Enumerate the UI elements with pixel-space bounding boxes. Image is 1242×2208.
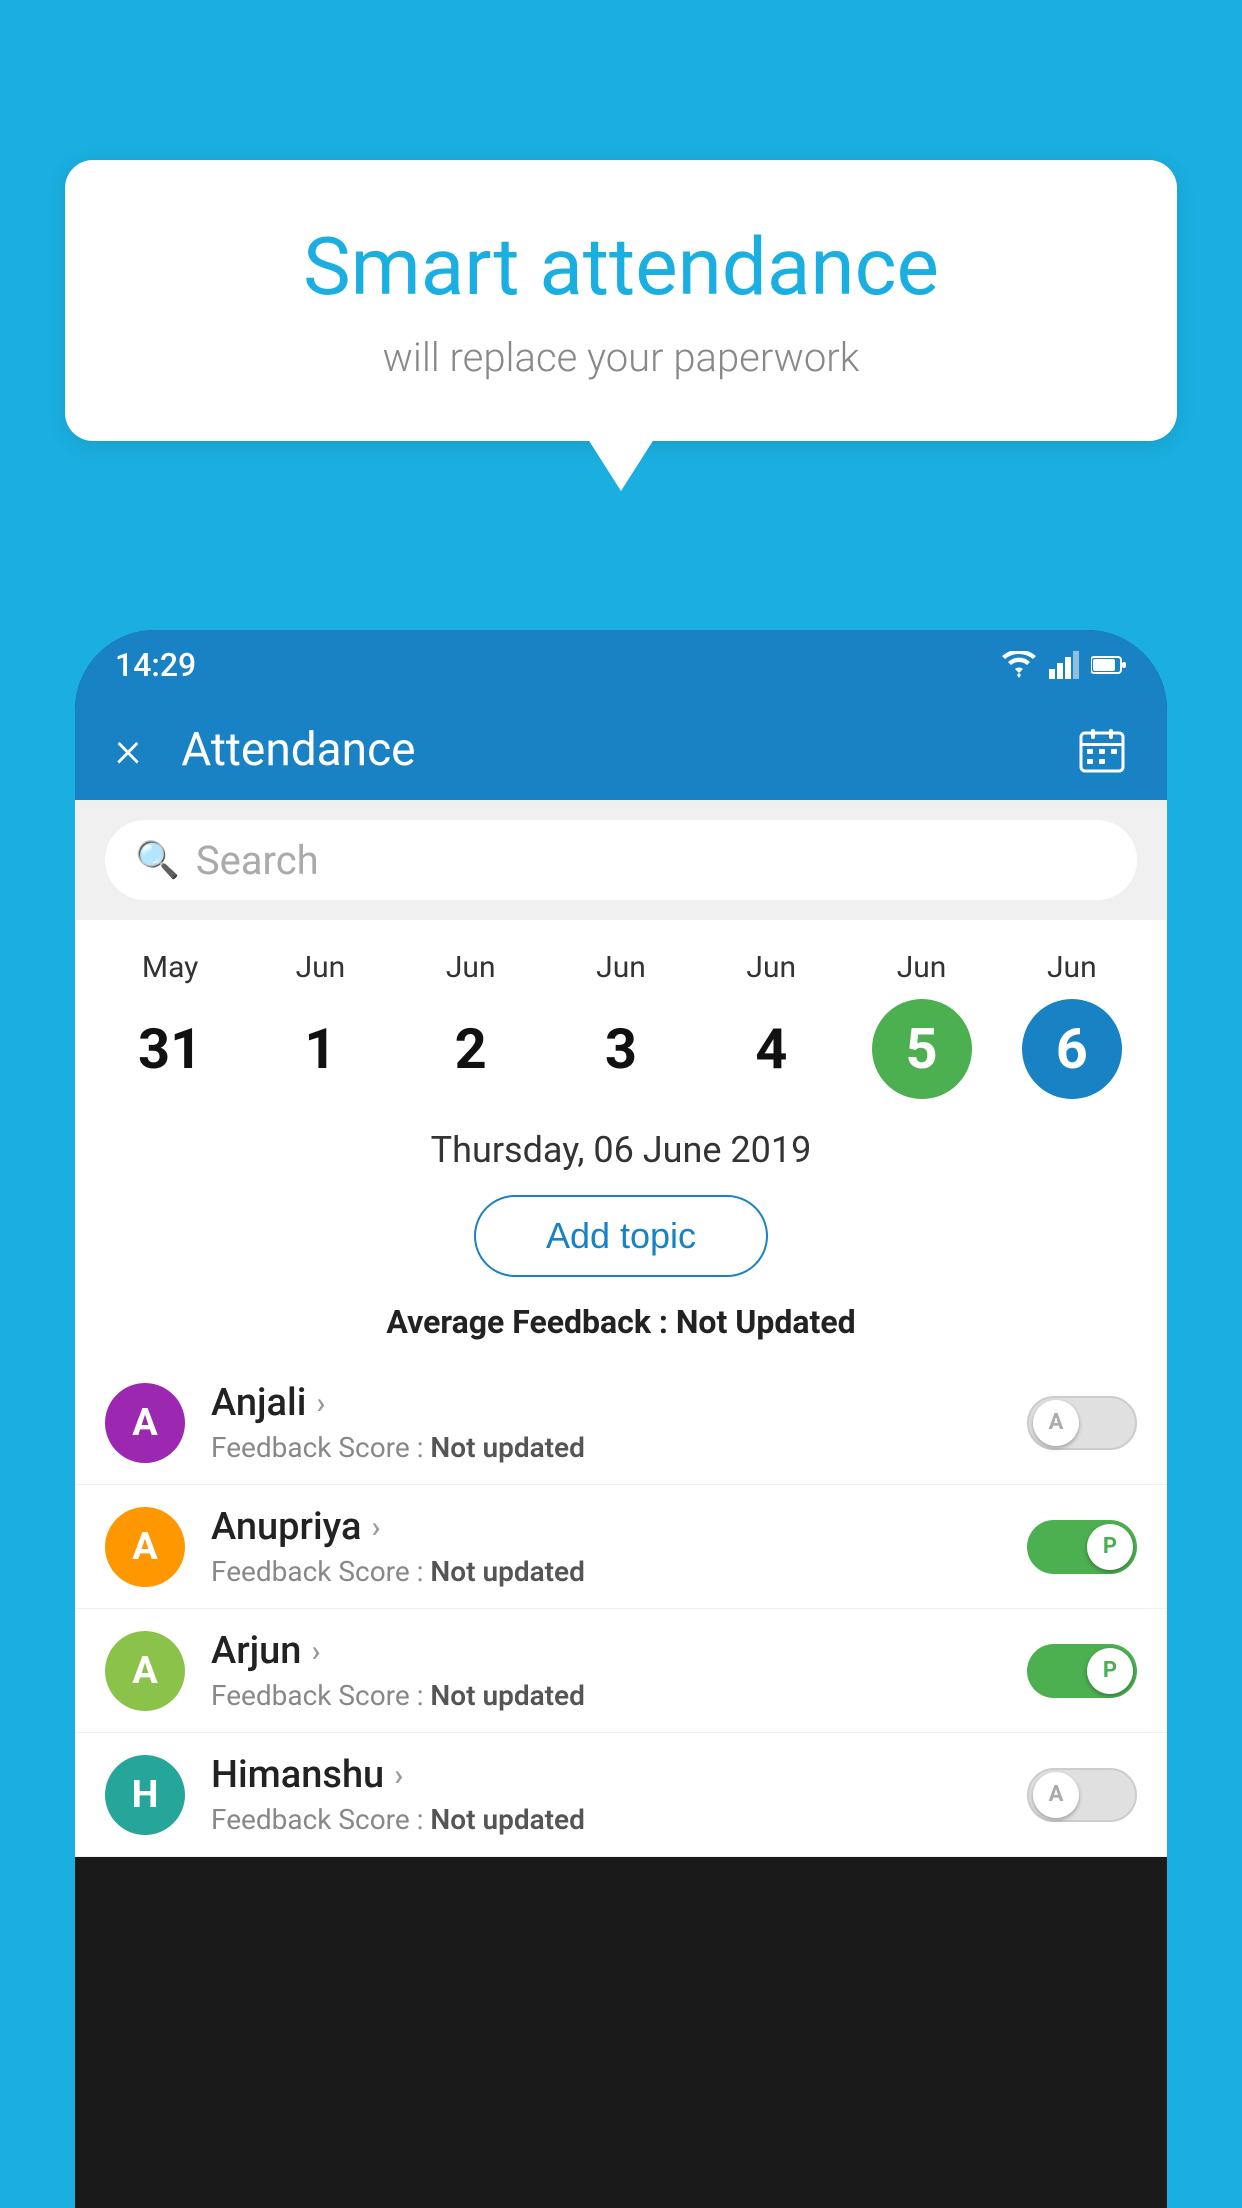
toggle-track: A: [1027, 1768, 1137, 1822]
chevron-icon: ›: [311, 1634, 320, 1669]
close-button[interactable]: ×: [115, 721, 141, 779]
student-info: Himanshu › Feedback Score : Not updated: [211, 1753, 1001, 1836]
student-list: AAnjali ›Feedback Score : Not updatedAAA…: [75, 1361, 1167, 1857]
attendance-toggle[interactable]: A: [1027, 1768, 1137, 1822]
calendar-month-label: May: [142, 950, 198, 985]
calendar-date[interactable]: 2: [421, 999, 521, 1099]
student-info: Anjali › Feedback Score : Not updated: [211, 1381, 1001, 1464]
calendar-month-label: Jun: [596, 950, 646, 985]
calendar-strip: May 31 Jun 1 Jun 2 Jun 3 Jun 4 Jun 5 Jun 6: [75, 920, 1167, 1109]
calendar-month-label: Jun: [446, 950, 496, 985]
student-feedback: Feedback Score : Not updated: [211, 1679, 1001, 1712]
toggle-thumb: P: [1087, 1648, 1133, 1694]
speech-bubble-container: Smart attendance will replace your paper…: [65, 160, 1177, 441]
avatar: A: [105, 1383, 185, 1463]
toggle-track: P: [1027, 1644, 1137, 1698]
student-item[interactable]: A Arjun › Feedback Score : Not updated P: [75, 1609, 1167, 1733]
calendar-month-label: Jun: [897, 950, 947, 985]
student-name: Anupriya ›: [211, 1505, 1001, 1549]
status-time: 14:29: [115, 646, 196, 684]
chevron-icon: ›: [371, 1510, 380, 1545]
signal-icon: [1049, 651, 1079, 679]
calendar-date[interactable]: 6: [1022, 999, 1122, 1099]
calendar-date[interactable]: 3: [571, 999, 671, 1099]
calendar-day[interactable]: Jun 4: [721, 950, 821, 1099]
app-title: Attendance: [181, 723, 1077, 777]
calendar-day[interactable]: Jun 6: [1022, 950, 1122, 1099]
app-bar: × Attendance: [75, 700, 1167, 800]
student-name: Arjun ›: [211, 1629, 1001, 1673]
calendar-date[interactable]: 1: [270, 999, 370, 1099]
status-bar: 14:29: [75, 630, 1167, 700]
search-icon: 🔍: [135, 839, 180, 881]
search-placeholder: Search: [196, 837, 319, 884]
toggle-thumb: A: [1033, 1400, 1079, 1446]
toggle-track: P: [1027, 1520, 1137, 1574]
phone-screen: 🔍 Search May 31 Jun 1 Jun 2 Jun 3 Jun 4 Jun 5 Jun 6 T…: [75, 800, 1167, 1857]
attendance-toggle[interactable]: P: [1027, 1520, 1137, 1574]
bubble-subtitle: will replace your paperwork: [145, 334, 1097, 381]
calendar-month-label: Jun: [746, 950, 796, 985]
calendar-day[interactable]: Jun 5: [872, 950, 972, 1099]
student-item[interactable]: H Himanshu › Feedback Score : Not updated A: [75, 1733, 1167, 1857]
chevron-icon: ›: [316, 1386, 325, 1421]
student-feedback: Feedback Score : Not updated: [211, 1803, 1001, 1836]
phone-frame: 14:29 × At: [75, 630, 1167, 2208]
student-name: Anjali ›: [211, 1381, 1001, 1425]
calendar-day[interactable]: May 31: [120, 950, 220, 1099]
add-topic-container: Add topic: [75, 1185, 1167, 1297]
selected-date: Thursday, 06 June 2019: [75, 1109, 1167, 1185]
student-info: Anupriya › Feedback Score : Not updated: [211, 1505, 1001, 1588]
student-feedback: Feedback Score : Not updated: [211, 1555, 1001, 1588]
calendar-date[interactable]: 31: [120, 999, 220, 1099]
chevron-icon: ›: [394, 1758, 403, 1793]
calendar-day[interactable]: Jun 3: [571, 950, 671, 1099]
calendar-month-label: Jun: [1047, 950, 1097, 985]
calendar-month-label: Jun: [296, 950, 346, 985]
calendar-date[interactable]: 5: [872, 999, 972, 1099]
avatar: A: [105, 1631, 185, 1711]
toggle-thumb: P: [1087, 1524, 1133, 1570]
avatar: A: [105, 1507, 185, 1587]
student-name: Himanshu ›: [211, 1753, 1001, 1797]
search-bar[interactable]: 🔍 Search: [105, 820, 1137, 900]
bubble-title: Smart attendance: [145, 220, 1097, 314]
calendar-day[interactable]: Jun 1: [270, 950, 370, 1099]
avg-feedback: Average Feedback : Not Updated: [75, 1297, 1167, 1361]
speech-bubble: Smart attendance will replace your paper…: [65, 160, 1177, 441]
student-feedback: Feedback Score : Not updated: [211, 1431, 1001, 1464]
student-info: Arjun › Feedback Score : Not updated: [211, 1629, 1001, 1712]
search-container: 🔍 Search: [75, 800, 1167, 920]
student-item[interactable]: A Anupriya › Feedback Score : Not updated P: [75, 1485, 1167, 1609]
battery-icon: [1091, 655, 1127, 675]
status-icons: [1001, 651, 1127, 679]
student-item[interactable]: A Anjali › Feedback Score : Not updated A: [75, 1361, 1167, 1485]
calendar-date[interactable]: 4: [721, 999, 821, 1099]
toggle-track: A: [1027, 1396, 1137, 1450]
attendance-toggle[interactable]: P: [1027, 1644, 1137, 1698]
avatar: H: [105, 1755, 185, 1835]
attendance-toggle[interactable]: A: [1027, 1396, 1137, 1450]
calendar-day[interactable]: Jun 2: [421, 950, 521, 1099]
calendar-icon[interactable]: [1077, 725, 1127, 775]
wifi-icon: [1001, 651, 1037, 679]
toggle-thumb: A: [1033, 1772, 1079, 1818]
add-topic-button[interactable]: Add topic: [474, 1195, 768, 1277]
